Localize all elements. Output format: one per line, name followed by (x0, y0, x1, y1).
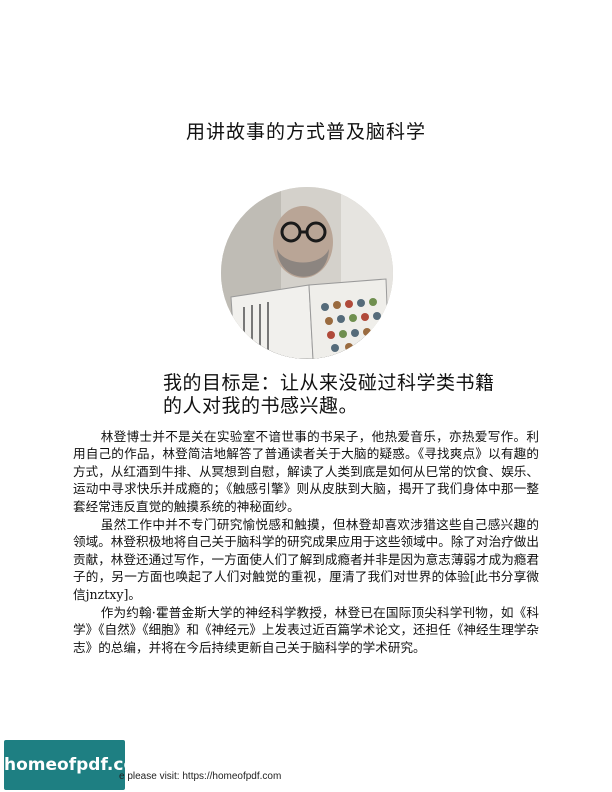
quote-line-1: 我的目标是：让从来没碰过科学类书籍 (163, 372, 495, 394)
quote-line-2: 的人对我的书感兴趣。 (163, 395, 359, 417)
page-title: 用讲故事的方式普及脑科学 (185, 121, 426, 143)
author-bio: 林登博士并不是关在实验室不谙世事的书呆子，他热爱音乐，亦热爱写作。利用自己的作品… (73, 428, 539, 657)
author-quote: 我的目标是：让从来没碰过科学类书籍 的人对我的书感兴趣。 (163, 372, 543, 418)
bio-paragraph: 虽然工作中并不专门研究愉悦感和触摸，但林登却喜欢涉猎这些自己感兴趣的领域。林登积… (73, 517, 539, 602)
footer-link-text[interactable]: e please visit: https://homeofpdf.com (119, 771, 281, 782)
author-portrait (221, 187, 393, 359)
bio-paragraph: 作为约翰·霍普金斯大学的神经科学教授，林登已在国际顶尖科学刊物，如《科学》《自然… (73, 605, 539, 655)
site-logo-badge[interactable]: homeofpdf.com (4, 740, 153, 790)
bio-paragraph: 林登博士并不是关在实验室不谙世事的书呆子，他热爱音乐，亦热爱写作。利用自己的作品… (73, 429, 539, 514)
